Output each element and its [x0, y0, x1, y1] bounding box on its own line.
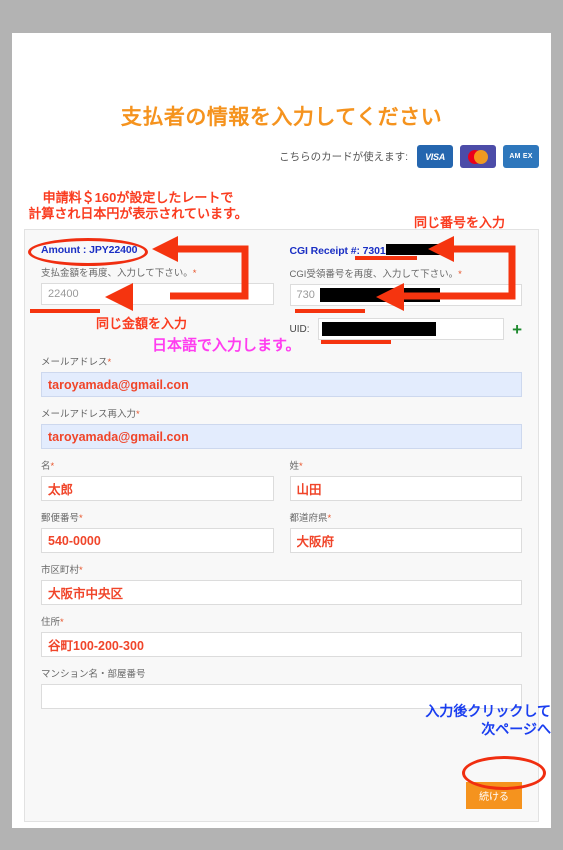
firstname-input[interactable] [41, 476, 274, 501]
cgi-input-prefix: 730 [296, 289, 315, 301]
building-input[interactable] [41, 684, 522, 709]
cgi-input-wrapper: 730 [289, 284, 522, 306]
required-mark: * [107, 357, 112, 368]
cgi-receipt-redaction [385, 244, 448, 255]
required-mark: * [458, 269, 462, 280]
amount-column: Amount : JPY22400 支払金額を再度、入力して下さい。* [41, 244, 274, 340]
lastname-label: 姓* [289, 461, 303, 472]
email-label: メールアドレス* [41, 357, 112, 368]
required-mark: * [50, 461, 55, 472]
amex-card-logo: AM EX [503, 145, 539, 168]
uid-redaction [321, 322, 436, 336]
required-mark: * [79, 513, 83, 524]
amount-receipt-row: Amount : JPY22400 支払金額を再度、入力して下さい。* CGI … [41, 244, 522, 340]
required-mark: * [327, 513, 332, 524]
page-title: 支払者の情報を入力してください [120, 106, 443, 129]
required-mark: * [192, 268, 197, 279]
cgi-field-label: CGI受領番号を再度、入力して下さい。* [289, 269, 462, 280]
continue-button[interactable]: 続ける [466, 782, 522, 809]
name-row: 名* 姓* [41, 449, 522, 501]
annotation-underline-cgi-input [295, 309, 365, 313]
firstname-column: 名* [41, 449, 274, 501]
annotation-underline-uid [321, 340, 391, 344]
required-mark: * [79, 565, 83, 576]
uid-input[interactable] [317, 318, 505, 340]
uid-label: UID: [289, 323, 310, 335]
prefecture-label: 都道府県* [289, 513, 332, 524]
required-mark: * [299, 461, 303, 472]
address-label: 住所* [41, 617, 64, 628]
visa-card-logo: VISA [417, 145, 453, 168]
prefecture-column: 都道府県* [289, 501, 522, 553]
email-confirm-label: メールアドレス再入力* [41, 409, 140, 420]
lastname-column: 姓* [289, 449, 522, 501]
mastercard-logo [460, 145, 496, 168]
postal-prefecture-row: 郵便番号* 都道府県* [41, 501, 522, 553]
city-input[interactable] [41, 580, 522, 605]
postal-label: 郵便番号* [41, 513, 83, 524]
prefecture-input[interactable] [289, 528, 522, 553]
required-mark: * [136, 409, 140, 420]
amount-field-label: 支払金額を再度、入力して下さい。* [41, 268, 197, 279]
submit-zone: 続ける [466, 782, 522, 809]
amount-input[interactable] [41, 283, 274, 305]
address-input[interactable] [41, 632, 522, 657]
postal-input[interactable] [41, 528, 274, 553]
email-confirm-input[interactable] [41, 424, 522, 449]
city-label: 市区町村* [41, 565, 83, 576]
uid-row: UID: + [289, 318, 522, 340]
firstname-label: 名* [41, 461, 55, 472]
annotation-underline-amount-input [30, 309, 100, 313]
payer-info-form: Amount : JPY22400 支払金額を再度、入力して下さい。* CGI … [24, 229, 539, 822]
accepted-cards-label: こちらのカードが使えます: [279, 151, 408, 163]
building-label: マンション名・部屋番号 [41, 669, 146, 680]
required-mark: * [60, 617, 64, 628]
screenshot-root: 支払者の情報を入力してください こちらのカードが使えます: VISA AM EX… [0, 0, 563, 850]
mastercard-right-circle [474, 149, 488, 164]
lastname-input[interactable] [289, 476, 522, 501]
annotation-underline-cgi-summary [355, 256, 417, 260]
amount-summary: Amount : JPY22400 [41, 244, 138, 256]
cgi-input-redaction [319, 288, 441, 302]
page-sheet: 支払者の情報を入力してください こちらのカードが使えます: VISA AM EX… [12, 33, 551, 828]
add-uid-icon[interactable]: + [512, 321, 522, 338]
accepted-cards: こちらのカードが使えます: VISA AM EX [279, 145, 539, 168]
postal-column: 郵便番号* [41, 501, 274, 553]
email-input[interactable] [41, 372, 522, 397]
